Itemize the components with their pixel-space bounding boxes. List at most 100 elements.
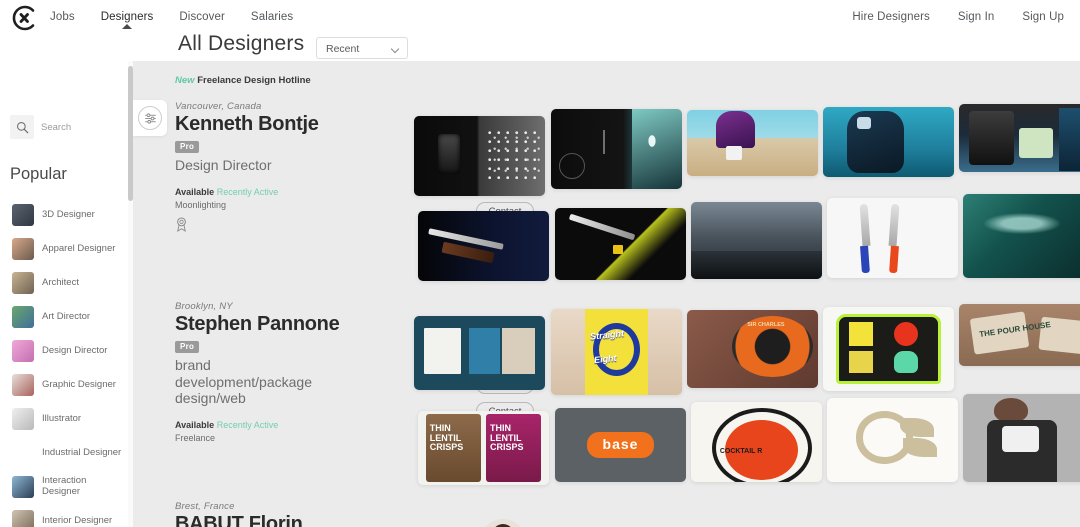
sidebar-category-list: 3D Designer Apparel Designer Architect Art … xyxy=(0,198,130,527)
pro-badge: Pro xyxy=(175,341,200,353)
sidebar-item-architect[interactable]: Architect xyxy=(0,266,130,300)
category-thumbnail xyxy=(12,272,34,294)
top-navigation-bar: Jobs Designers Discover Salaries Hire De… xyxy=(0,0,1080,33)
portfolio-tile[interactable]: base xyxy=(555,408,686,482)
filter-button[interactable] xyxy=(133,100,167,136)
nav-item-salaries[interactable]: Salaries xyxy=(251,11,293,23)
sidebar-scrollbar-thumb[interactable] xyxy=(128,66,133,201)
category-thumbnail xyxy=(12,204,34,226)
designer-location: Brooklyn, NY xyxy=(175,301,233,312)
nav-item-hire-designers[interactable]: Hire Designers xyxy=(852,11,929,23)
nav-item-jobs[interactable]: Jobs xyxy=(50,11,75,23)
designer-card: Brooklyn, NY Stephen Pannone Pro brand d… xyxy=(133,301,1080,501)
search-icon xyxy=(10,115,34,139)
sidebar-item-label: Apparel Designer xyxy=(42,242,116,254)
sidebar-item-industrial-designer[interactable]: Industrial Designer xyxy=(0,436,130,470)
sidebar-section-title: Popular xyxy=(10,165,67,183)
sidebar-item-illustrator[interactable]: Illustrator xyxy=(0,402,130,436)
portfolio-tile[interactable]: THIN LENTIL CRISPS THIN LENTIL CRISPS xyxy=(418,411,549,485)
portfolio-tile[interactable]: SIR CHARLES xyxy=(687,310,818,388)
portfolio-tile[interactable]: THE POUR HOUSE xyxy=(959,304,1080,366)
avatar[interactable] xyxy=(480,519,526,527)
designer-name[interactable]: BABUT Florin xyxy=(175,513,420,527)
portfolio-tile[interactable] xyxy=(959,104,1080,172)
portfolio-tile[interactable] xyxy=(827,198,958,278)
portfolio-tile[interactable] xyxy=(691,202,822,279)
nav-item-label: Salaries xyxy=(250,11,294,23)
sidebar-item-label: Illustrator xyxy=(42,412,82,424)
activity-label: Recently Active xyxy=(216,186,279,197)
secondary-nav: Hire Designers Sign In Sign Up xyxy=(852,11,1064,23)
portfolio-tile[interactable] xyxy=(555,208,686,280)
tile-label: THIN LENTIL CRISPS xyxy=(490,423,524,453)
portfolio-tile[interactable] xyxy=(823,107,954,177)
portfolio-tile[interactable]: COCKTAIL R xyxy=(691,402,822,482)
sidebar-item-apparel-designer[interactable]: Apparel Designer xyxy=(0,232,130,266)
category-thumbnail xyxy=(12,476,34,498)
sidebar-item-3d-designer[interactable]: 3D Designer xyxy=(0,198,130,232)
nav-item-label: Sign In xyxy=(957,11,995,23)
filter-sliders-icon xyxy=(138,106,162,130)
tile-label: Eight xyxy=(593,352,618,365)
nav-item-label: Sign Up xyxy=(1022,11,1064,23)
designer-location: Brest, France xyxy=(175,501,235,512)
category-thumbnail xyxy=(12,306,34,328)
primary-nav: Jobs Designers Discover Salaries xyxy=(50,11,293,29)
sidebar-item-interior-designer[interactable]: Interior Designer xyxy=(0,504,130,527)
work-type-label: Freelance xyxy=(175,432,216,443)
sidebar-item-design-director[interactable]: Design Director xyxy=(0,334,130,368)
portfolio-tile[interactable] xyxy=(963,194,1080,278)
hotline-text: Freelance Design Hotline xyxy=(197,75,311,86)
designer-location: Vancouver, Canada xyxy=(175,101,262,112)
category-thumbnail xyxy=(12,340,34,362)
sort-dropdown[interactable]: Recent xyxy=(316,37,408,59)
nav-item-label: Designers xyxy=(100,11,154,23)
portfolio-tile[interactable] xyxy=(687,110,818,176)
availability-label: Available xyxy=(175,419,215,430)
nav-item-sign-up[interactable]: Sign Up xyxy=(1022,11,1064,23)
category-thumbnail xyxy=(12,408,34,430)
portfolio-tile[interactable] xyxy=(823,307,954,391)
sidebar-item-label: Interior Designer xyxy=(42,514,113,526)
designer-name[interactable]: Stephen Pannone xyxy=(175,313,420,335)
app-root: Jobs Designers Discover Salaries Hire De… xyxy=(0,0,1080,527)
nav-item-designers[interactable]: Designers xyxy=(100,11,154,29)
sidebar-item-interaction-designer[interactable]: Interaction Designer xyxy=(0,470,130,504)
portfolio-tile[interactable] xyxy=(414,316,545,390)
portfolio-tile[interactable] xyxy=(551,109,682,189)
tile-label: THIN LENTIL CRISPS xyxy=(429,423,464,453)
designer-card: Vancouver, Canada Kenneth Bontje Pro Des… xyxy=(133,101,1080,301)
sidebar-item-label: Interaction Designer xyxy=(42,475,87,497)
sidebar-item-label: 3D Designer xyxy=(42,208,95,220)
hotline-new-tag: New xyxy=(175,75,195,86)
designer-title: Design Director xyxy=(175,157,272,173)
pro-badge: Pro xyxy=(175,141,200,153)
portfolio-tile[interactable]: Straight Eight xyxy=(551,309,682,395)
sidebar: Search Popular 3D Designer Apparel Design… xyxy=(0,33,130,527)
sidebar-item-graphic-designer[interactable]: Graphic Designer xyxy=(0,368,130,402)
portfolio-tile[interactable] xyxy=(827,398,958,482)
designer-status: Available Recently Active Moonlighting xyxy=(175,186,420,212)
designer-status: Available Recently Active Freelance xyxy=(175,419,420,445)
coroflot-logo-icon[interactable] xyxy=(10,4,38,32)
nav-item-sign-in[interactable]: Sign In xyxy=(958,11,995,23)
active-tab-caret-icon xyxy=(122,24,133,29)
designer-card: Brest, France BABUT Florin xyxy=(133,501,1080,527)
portfolio-tile[interactable] xyxy=(414,116,545,196)
tile-label: COCKTAIL R xyxy=(719,448,763,456)
freelance-hotline-banner[interactable]: New Freelance Design Hotline xyxy=(175,75,311,86)
designer-profile: Vancouver, Canada Kenneth Bontje Pro Des… xyxy=(175,101,420,237)
designer-name[interactable]: Kenneth Bontje xyxy=(175,113,420,135)
tile-label: SIR CHARLES xyxy=(747,322,785,329)
portfolio-tile[interactable] xyxy=(963,394,1080,482)
nav-item-discover[interactable]: Discover xyxy=(179,11,225,23)
sidebar-item-label: Industrial Designer xyxy=(42,446,122,458)
category-thumbnail xyxy=(12,510,34,527)
sidebar-item-art-director[interactable]: Art Director xyxy=(0,300,130,334)
nav-item-label: Discover xyxy=(179,11,225,23)
sort-dropdown-value: Recent xyxy=(326,43,360,55)
work-type-label: Moonlighting xyxy=(175,199,227,210)
search-input[interactable]: Search xyxy=(10,115,71,139)
sidebar-item-label: Art Director xyxy=(42,310,91,322)
portfolio-tile[interactable] xyxy=(418,211,549,281)
